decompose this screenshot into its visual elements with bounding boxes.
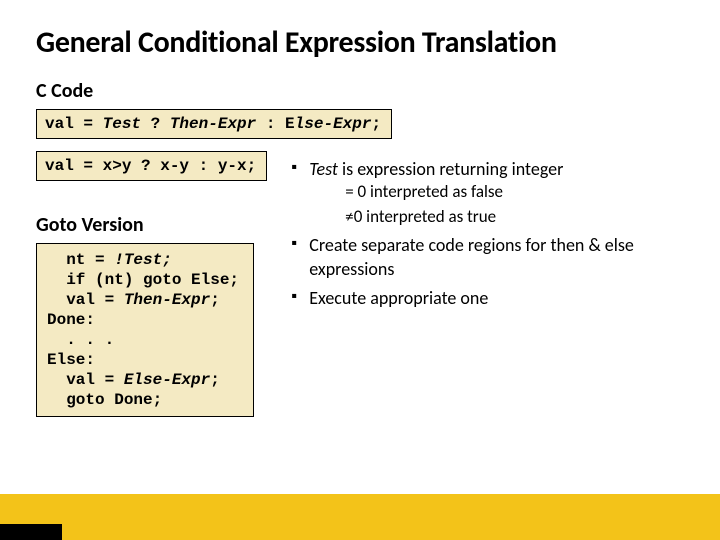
left-column: val = x>y ? x-y : y-x; Goto Version nt =…: [36, 151, 267, 429]
goto-code: nt = !Test; if (nt) goto Else; val = The…: [47, 251, 239, 409]
code-box-goto: nt = !Test; if (nt) goto Else; val = The…: [36, 243, 254, 417]
right-column: Test is expression returning integer = 0…: [291, 151, 684, 314]
bullet-1-rest: is expression returning integer: [338, 158, 563, 180]
footer-bar: [0, 494, 720, 540]
c-code-heading: C Code: [36, 79, 684, 103]
bullet-3: Execute appropriate one: [291, 286, 684, 310]
goto-heading: Goto Version: [36, 213, 267, 237]
bullet-1-sub-2-rest: 0 interpreted as true: [354, 206, 496, 227]
footer-notch: [0, 524, 62, 540]
code-general-text: val = Test ? Then-Expr : Else-Expr;: [45, 115, 381, 133]
neq-symbol: ≠: [345, 206, 353, 227]
bullet-1-lead: Test: [309, 158, 338, 180]
code-box-example: val = x>y ? x-y : y-x;: [36, 151, 267, 181]
slide-content: General Conditional Expression Translati…: [0, 0, 720, 429]
bullet-1: Test is expression returning integer = 0…: [291, 157, 684, 229]
code-box-general: val = Test ? Then-Expr : Else-Expr;: [36, 109, 392, 139]
bullet-2: Create separate code regions for then & …: [291, 233, 684, 282]
page-title: General Conditional Expression Translati…: [36, 24, 684, 61]
bullet-1-sub-1: = 0 interpreted as false: [309, 181, 684, 204]
two-column-layout: val = x>y ? x-y : y-x; Goto Version nt =…: [36, 151, 684, 429]
bullet-list: Test is expression returning integer = 0…: [291, 157, 684, 310]
bullet-1-sub-2: ≠0 interpreted as true: [309, 206, 684, 229]
